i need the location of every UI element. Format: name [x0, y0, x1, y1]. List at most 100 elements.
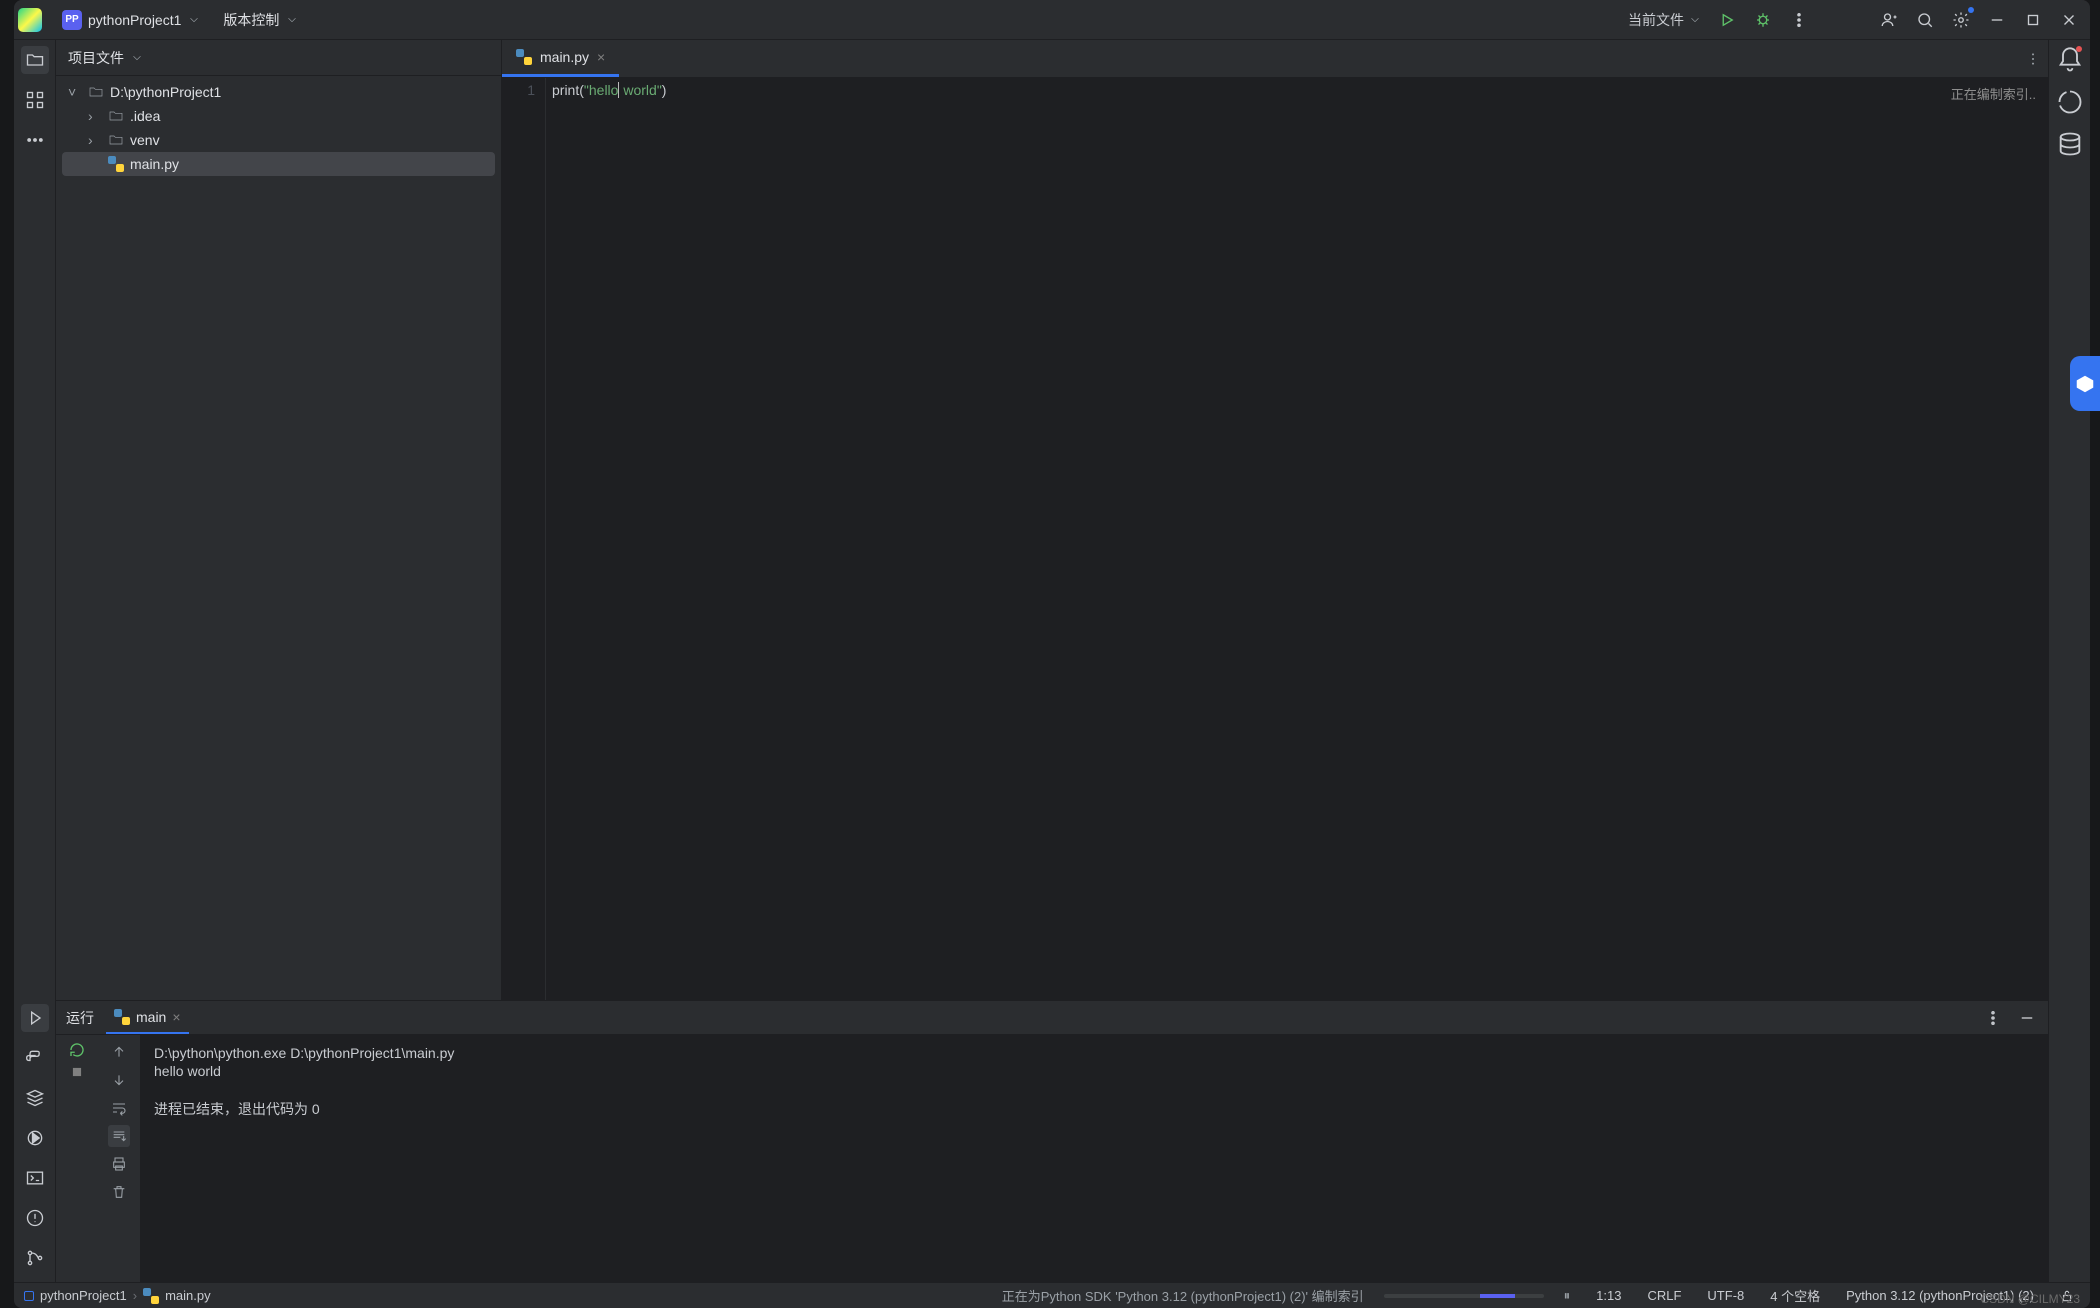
soft-wrap-icon[interactable] [108, 1097, 130, 1119]
editor-tabs-menu[interactable] [2018, 40, 2048, 77]
chevron-down-icon: ˅ [68, 84, 82, 100]
status-bar: pythonProject1 › main.py 正在为Python SDK '… [14, 1282, 2090, 1308]
floating-assistant-icon[interactable] [2070, 356, 2100, 411]
editor-tab-main[interactable]: main.py × [502, 40, 619, 77]
terminal-icon[interactable] [21, 1164, 49, 1192]
run-tool-icon[interactable] [21, 1004, 49, 1032]
run-side-rail [98, 1035, 140, 1282]
project-crumb-icon [24, 1291, 34, 1301]
python-console-icon[interactable] [21, 1044, 49, 1072]
search-icon[interactable] [1914, 9, 1936, 31]
vcs-dropdown[interactable]: 版本控制 [217, 8, 305, 32]
breadcrumb[interactable]: pythonProject1 › main.py [24, 1288, 211, 1304]
more-icon[interactable] [1788, 9, 1810, 31]
indexing-progress[interactable] [1384, 1294, 1544, 1298]
pycharm-logo-icon[interactable] [18, 8, 42, 32]
crumb-project: pythonProject1 [40, 1288, 127, 1303]
current-file-dropdown[interactable]: 当前文件 [1628, 10, 1702, 30]
tree-folder-venv[interactable]: › venv [62, 128, 495, 152]
tree-file-main[interactable]: main.py [62, 152, 495, 176]
up-icon[interactable] [108, 1041, 130, 1063]
folder-icon [88, 84, 104, 100]
project-tree-title: 项目文件 [68, 48, 124, 68]
watermark-text: CSDN @CILMY23 [1980, 1292, 2080, 1306]
status-indexing[interactable]: 正在为Python SDK 'Python 3.12 (pythonProjec… [996, 1286, 1370, 1305]
editor-gutter: 1 [502, 78, 546, 1000]
vcs-label: 版本控制 [223, 10, 279, 30]
coverage-icon[interactable] [21, 1124, 49, 1152]
notifications-icon[interactable] [2056, 46, 2084, 74]
editor-code[interactable]: print("hello world") 正在编制索引.. [546, 78, 2048, 1000]
tree-item-label: venv [130, 132, 160, 148]
trash-icon[interactable] [108, 1181, 130, 1203]
print-icon[interactable] [108, 1153, 130, 1175]
tool-more-icon[interactable] [1982, 1007, 2004, 1029]
status-enc[interactable]: UTF-8 [1701, 1288, 1750, 1303]
chevron-down-icon [285, 13, 299, 27]
run-header-label[interactable]: 运行 [66, 1008, 94, 1028]
title-bar: PP pythonProject1 版本控制 当前文件 [14, 0, 2090, 40]
code-line-1: print("hello world") [552, 82, 2048, 98]
project-selector[interactable]: PP pythonProject1 [56, 8, 207, 32]
tree-item-label: main.py [130, 156, 179, 172]
tree-item-label: .idea [130, 108, 160, 124]
database-icon[interactable] [2056, 130, 2084, 158]
project-tree-header[interactable]: 项目文件 [56, 40, 501, 76]
python-file-icon [114, 1009, 130, 1025]
right-tool-rail [2048, 40, 2090, 1282]
tool-hide-icon[interactable] [2016, 1007, 2038, 1029]
close-button[interactable] [2058, 9, 2080, 31]
add-user-icon[interactable] [1878, 9, 1900, 31]
maximize-button[interactable] [2022, 9, 2044, 31]
pause-icon[interactable]: ⏸ [1558, 1288, 1577, 1304]
chevron-right-icon: › [88, 108, 102, 124]
debug-button[interactable] [1752, 9, 1774, 31]
scroll-end-icon[interactable] [108, 1125, 130, 1147]
close-tab-icon[interactable]: × [172, 1009, 180, 1025]
editor-tabs: main.py × [502, 40, 2048, 78]
run-tab-main[interactable]: main × [106, 1001, 189, 1034]
run-tool-header: 运行 main × [56, 1001, 2048, 1035]
run-tab-label: main [136, 1009, 166, 1025]
python-file-icon [516, 49, 532, 65]
tree-root[interactable]: ˅ D:\pythonProject1 [62, 80, 495, 104]
chevron-down-icon [187, 13, 201, 27]
left-tool-rail [14, 40, 56, 1282]
minimize-button[interactable] [1986, 9, 2008, 31]
run-button[interactable] [1716, 9, 1738, 31]
console-exit: 进程已结束，退出代码为 0 [154, 1101, 320, 1117]
run-top-rail [56, 1035, 98, 1282]
structure-tool-icon[interactable] [21, 86, 49, 114]
editor-tab-label: main.py [540, 49, 589, 65]
stop-icon[interactable] [70, 1065, 84, 1079]
services-icon[interactable] [21, 1084, 49, 1112]
crumb-file: main.py [165, 1288, 211, 1303]
project-name: pythonProject1 [88, 12, 181, 28]
chevron-down-icon [1688, 13, 1702, 27]
python-file-icon [143, 1288, 159, 1304]
folder-icon [108, 108, 124, 124]
project-tool-icon[interactable] [21, 46, 49, 74]
more-tool-icon[interactable] [21, 126, 49, 154]
status-pos[interactable]: 1:13 [1590, 1288, 1627, 1303]
chevron-down-icon [130, 51, 144, 65]
current-file-label: 当前文件 [1628, 10, 1684, 30]
console-output: hello world [154, 1063, 221, 1079]
rerun-icon[interactable] [68, 1041, 86, 1059]
tree-folder-idea[interactable]: › .idea [62, 104, 495, 128]
python-file-icon [108, 156, 124, 172]
status-indent[interactable]: 4 个空格 [1764, 1286, 1826, 1305]
editor-area: main.py × 1 print("hello world") 正在编制索引.… [502, 40, 2048, 1000]
indexing-label: 正在编制索引.. [1951, 84, 2036, 103]
run-console[interactable]: D:\python\python.exe D:\pythonProject1\m… [140, 1035, 2048, 1282]
tree-root-label: D:\pythonProject1 [110, 84, 221, 100]
settings-icon[interactable] [1950, 9, 1972, 31]
run-tool-window: 运行 main × [56, 1000, 2048, 1282]
status-eol[interactable]: CRLF [1641, 1288, 1687, 1303]
down-icon[interactable] [108, 1069, 130, 1091]
close-tab-icon[interactable]: × [597, 49, 605, 65]
chevron-right-icon: › [88, 132, 102, 148]
git-icon[interactable] [21, 1244, 49, 1272]
problems-icon[interactable] [21, 1204, 49, 1232]
ai-assistant-icon[interactable] [2056, 88, 2084, 116]
